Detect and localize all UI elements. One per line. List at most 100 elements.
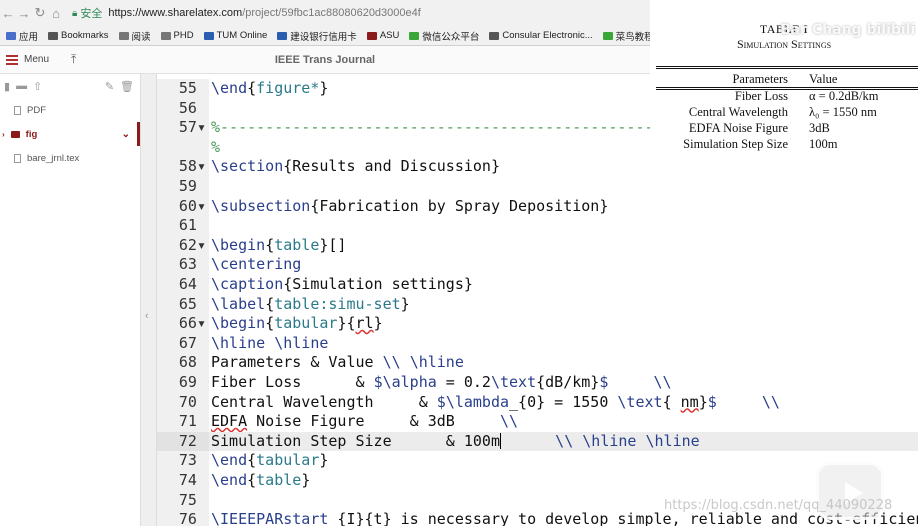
reload-icon[interactable]: ↻ <box>32 5 48 21</box>
bookmark-item[interactable]: TUM Online <box>203 30 268 41</box>
code-text: \begin{table}[] <box>211 235 347 254</box>
bookmark-label: PHD <box>173 30 194 41</box>
code-line[interactable]: 64 \caption{Simulation settings} <box>157 275 918 295</box>
code-text: Fiber Loss & $\alpha = 0.2\text{dB/km}$ … <box>211 373 672 391</box>
code-line[interactable]: 74 \end{table} <box>157 471 918 491</box>
code-text: % <box>211 137 221 156</box>
bookmark-item[interactable]: 建设银行信用卡 <box>277 29 357 43</box>
table-header-left: Parameters <box>732 72 788 86</box>
star-icon <box>48 31 59 40</box>
line-number: 75 <box>157 490 209 511</box>
line-number: 60▾ <box>157 196 209 217</box>
delete-icon[interactable]: 🗑︎ <box>120 80 134 93</box>
bookmark-item[interactable]: 微信公众平台 <box>409 29 479 43</box>
bookmark-label: Bookmarks <box>61 30 109 41</box>
tum-icon <box>203 31 214 40</box>
new-folder-icon[interactable]: ▬ <box>16 80 27 92</box>
bookmark-item[interactable]: PHD <box>160 30 194 41</box>
code-line[interactable]: 70 Central Wavelength & $\lambda_{0} = 1… <box>157 392 918 413</box>
url-path: /project/59fbc1ac88080620d3000e4f <box>242 7 421 19</box>
code-text: \end{table} <box>211 471 311 489</box>
bank-icon <box>277 31 288 40</box>
bookmark-item[interactable]: Consular Electronic... <box>489 30 593 41</box>
code-line[interactable]: 68 Parameters & Value \\ \hline <box>157 353 918 373</box>
code-line[interactable]: 72 Simulation Step Size & 100m \\ \hline… <box>157 431 918 452</box>
code-line[interactable]: 60▾ \subsection{Fabrication by Spray Depo… <box>157 196 918 217</box>
url-host: https://www.sharelatex.com <box>108 7 243 19</box>
code-line[interactable]: 58▾ \section{Results and Discussion} <box>157 157 918 177</box>
line-number: 62▾ <box>157 235 209 256</box>
forward-icon[interactable]: → <box>16 6 32 21</box>
line-number: 71 <box>157 412 209 432</box>
bookmark-label: TUM Online <box>216 30 268 41</box>
line-number: 74 <box>157 471 209 491</box>
line-number: 58▾ <box>157 157 209 177</box>
menu-button[interactable]: Menu <box>6 54 49 65</box>
line-number: 63 <box>157 255 209 275</box>
line-number: 65 <box>157 294 209 315</box>
home-icon[interactable]: ⌂ <box>48 6 64 21</box>
code-text: \section{Results and Discussion} <box>211 157 500 176</box>
tree-item-label: PDF <box>27 104 46 116</box>
up-level-icon[interactable]: ⤒ <box>71 52 76 67</box>
bookmark-item[interactable]: 菜鸟教程 <box>602 29 650 43</box>
code-line[interactable]: 66▾ \begin{tabular}{rl} <box>157 314 918 334</box>
back-icon[interactable]: ← <box>0 6 16 21</box>
bookmark-label: 菜鸟教程 <box>615 31 650 43</box>
blog-watermark: https://blog.csdn.net/qq_44090228 <box>664 498 893 513</box>
line-number: 56 <box>157 98 209 119</box>
code-text: %---------------------------------------… <box>211 118 708 137</box>
bookmark-label: 应用 <box>19 31 39 43</box>
line-number: 55 <box>157 79 209 99</box>
screen: ← → ↻ ⌂ 🔒︎ 安全 https://www.sharelatex.com… <box>0 0 918 526</box>
url-field[interactable]: https://www.sharelatex.com/project/59fbc… <box>108 7 421 19</box>
folder-icon <box>160 31 171 40</box>
collapse-chevron-icon[interactable]: ‹ <box>145 310 149 322</box>
bookmark-item[interactable]: ASU <box>366 30 400 41</box>
pane-splitter[interactable]: ‹ <box>140 74 157 526</box>
project-title: IEEE Trans Journal <box>274 53 376 66</box>
table-header-right: Value <box>809 72 838 86</box>
code-line[interactable]: 59 <box>157 177 918 197</box>
code-text: \hline \hline <box>211 333 329 352</box>
code-line[interactable]: 73 \end{tabular} <box>157 451 918 471</box>
table-cell: Central Wavelength <box>688 105 788 119</box>
table-caption: Simulation Settings <box>736 37 832 51</box>
code-text: \centering <box>211 255 302 274</box>
tree-item-bare-jrnl[interactable]: bare_jrnl.tex <box>0 146 140 170</box>
code-text: \end{tabular} <box>211 451 329 470</box>
rename-icon[interactable]: ✎ <box>105 80 114 93</box>
table-cell: 100m <box>809 137 838 151</box>
bookmark-item[interactable]: 阅读 <box>118 29 151 43</box>
bookmark-label: 建设银行信用卡 <box>290 31 357 43</box>
folder-icon <box>118 31 129 40</box>
chevron-down-icon: ⌄ <box>121 128 130 140</box>
tree-item-pdf[interactable]: PDF <box>0 98 140 122</box>
line-number: 67 <box>157 333 209 354</box>
new-file-icon[interactable]: ▮ <box>4 80 10 93</box>
table-cell: Simulation Step Size <box>683 137 788 151</box>
menu-label: Menu <box>24 54 50 65</box>
file-icon <box>14 105 21 115</box>
code-line[interactable]: 71 EDFA Noise Figure & 3dB \\ <box>157 412 918 432</box>
code-line[interactable]: 63 \centering <box>157 255 918 275</box>
line-number: 64 <box>157 275 209 295</box>
upload-icon[interactable]: ⇧ <box>33 80 42 93</box>
code-text: \label{table:simu-set} <box>211 294 410 313</box>
code-line[interactable]: 61 <box>157 216 918 236</box>
code-line[interactable]: 62▾ \begin{table}[] <box>157 235 918 256</box>
file-icon <box>14 153 21 163</box>
code-line[interactable]: 67 \hline \hline <box>157 333 918 354</box>
code-text: Parameters & Value \\ \hline <box>211 353 464 372</box>
code-text: EDFA Noise Figure & 3dB \\ <box>211 412 519 431</box>
tree-item-fig[interactable]: › fig ⌄ <box>0 122 140 146</box>
bookmark-item[interactable]: Bookmarks <box>48 30 109 41</box>
bookmark-item[interactable]: 应用 <box>6 29 38 43</box>
code-line[interactable]: 69 Fiber Loss & $\alpha = 0.2\text{dB/km… <box>157 373 918 393</box>
code-text: \begin{tabular}{rl} <box>211 314 383 333</box>
text-cursor <box>499 433 501 450</box>
code-text: \caption{Simulation settings} <box>211 275 473 293</box>
bookmark-label: ASU <box>379 30 400 41</box>
code-line[interactable]: 65 \label{table:simu-set} <box>157 294 918 315</box>
video-watermark: Bar Chang bilibili <box>780 22 916 38</box>
